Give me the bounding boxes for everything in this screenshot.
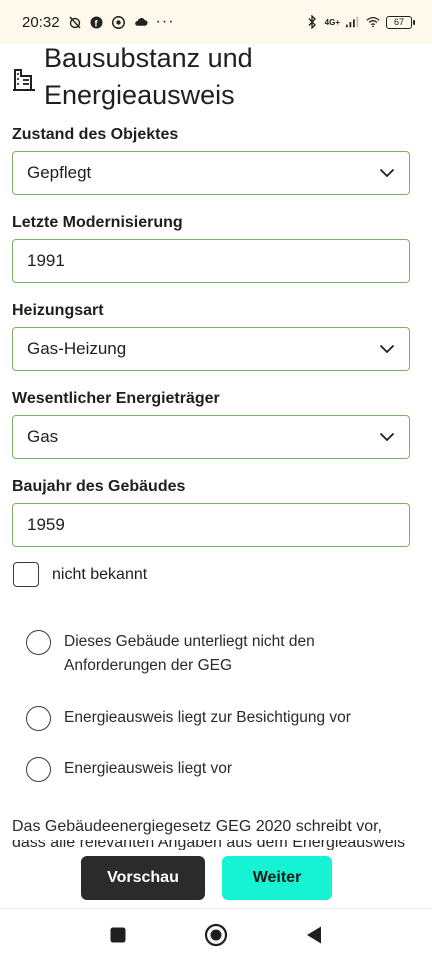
page-title: Bausubstanz und Energieausweis bbox=[44, 43, 253, 110]
modernization-input[interactable]: 1991 bbox=[12, 239, 410, 283]
wifi-icon bbox=[366, 15, 380, 29]
status-time: 20:32 bbox=[22, 13, 60, 31]
chevron-down-icon bbox=[379, 165, 395, 181]
unknown-checkbox-label: nicht bekannt bbox=[52, 565, 148, 583]
recents-icon[interactable] bbox=[106, 923, 130, 947]
year-built-input[interactable]: 1959 bbox=[12, 503, 410, 547]
condition-select[interactable]: Gepflegt bbox=[12, 151, 410, 195]
more-notifications-icon: ··· bbox=[155, 13, 175, 30]
heating-label: Heizungsart bbox=[12, 302, 104, 319]
year-built-value: 1959 bbox=[27, 515, 65, 534]
page-header: Bausubstanz und Energieausweis bbox=[12, 40, 422, 114]
legal-note: Das Gebäudeenergiegesetz GEG 2020 schrei… bbox=[12, 818, 382, 835]
energy-carrier-select[interactable]: Gas bbox=[12, 415, 410, 459]
chevron-down-icon bbox=[379, 341, 395, 357]
modernization-value: 1991 bbox=[27, 251, 65, 270]
chevron-down-icon bbox=[379, 429, 395, 445]
radio-button[interactable] bbox=[26, 706, 51, 731]
facebook-icon: f bbox=[90, 15, 104, 29]
condition-value: Gepflegt bbox=[27, 163, 92, 182]
home-icon[interactable] bbox=[204, 923, 228, 947]
energy-carrier-label: Wesentlicher Energieträger bbox=[12, 390, 220, 407]
back-icon[interactable] bbox=[302, 923, 326, 947]
building-icon bbox=[12, 66, 38, 92]
radio-button[interactable] bbox=[26, 757, 51, 782]
heating-value: Gas-Heizung bbox=[27, 339, 127, 358]
bluetooth-icon bbox=[305, 15, 319, 29]
action-bar: Vorschau Weiter bbox=[0, 850, 432, 910]
unknown-checkbox[interactable] bbox=[13, 562, 39, 587]
condition-label: Zustand des Objektes bbox=[12, 126, 179, 143]
radio-option-not-subject[interactable]: Dieses Gebäude unterliegt nicht den Anfo… bbox=[26, 630, 396, 678]
year-built-label: Baujahr des Gebäudes bbox=[12, 478, 186, 495]
preview-button[interactable]: Vorschau bbox=[81, 856, 205, 900]
next-button[interactable]: Weiter bbox=[222, 856, 332, 900]
alarm-off-icon bbox=[68, 15, 82, 29]
radio-button[interactable] bbox=[26, 630, 51, 655]
unknown-checkbox-row[interactable]: nicht bekannt bbox=[13, 562, 147, 587]
radio-option-available[interactable]: Energieausweis liegt vor bbox=[26, 757, 396, 782]
signal-icon bbox=[346, 15, 360, 29]
radio-label: Dieses Gebäude unterliegt nicht den Anfo… bbox=[64, 633, 315, 674]
status-bar: 20:32 f ··· 4G+ 67 bbox=[0, 0, 432, 44]
radio-label: Energieausweis liegt zur Besichtigung vo… bbox=[64, 709, 351, 726]
cloud-icon bbox=[134, 15, 148, 29]
heating-select[interactable]: Gas-Heizung bbox=[12, 327, 410, 371]
battery-indicator: 67 bbox=[386, 15, 415, 29]
radio-label: Energieausweis liegt vor bbox=[64, 760, 233, 777]
energy-carrier-value: Gas bbox=[27, 427, 59, 446]
modernization-label: Letzte Modernisierung bbox=[12, 214, 183, 231]
system-nav-bar bbox=[0, 908, 432, 960]
chrome-icon bbox=[112, 15, 126, 29]
radio-option-available-viewing[interactable]: Energieausweis liegt zur Besichtigung vo… bbox=[26, 706, 396, 731]
network-type: 4G+ bbox=[324, 17, 340, 27]
